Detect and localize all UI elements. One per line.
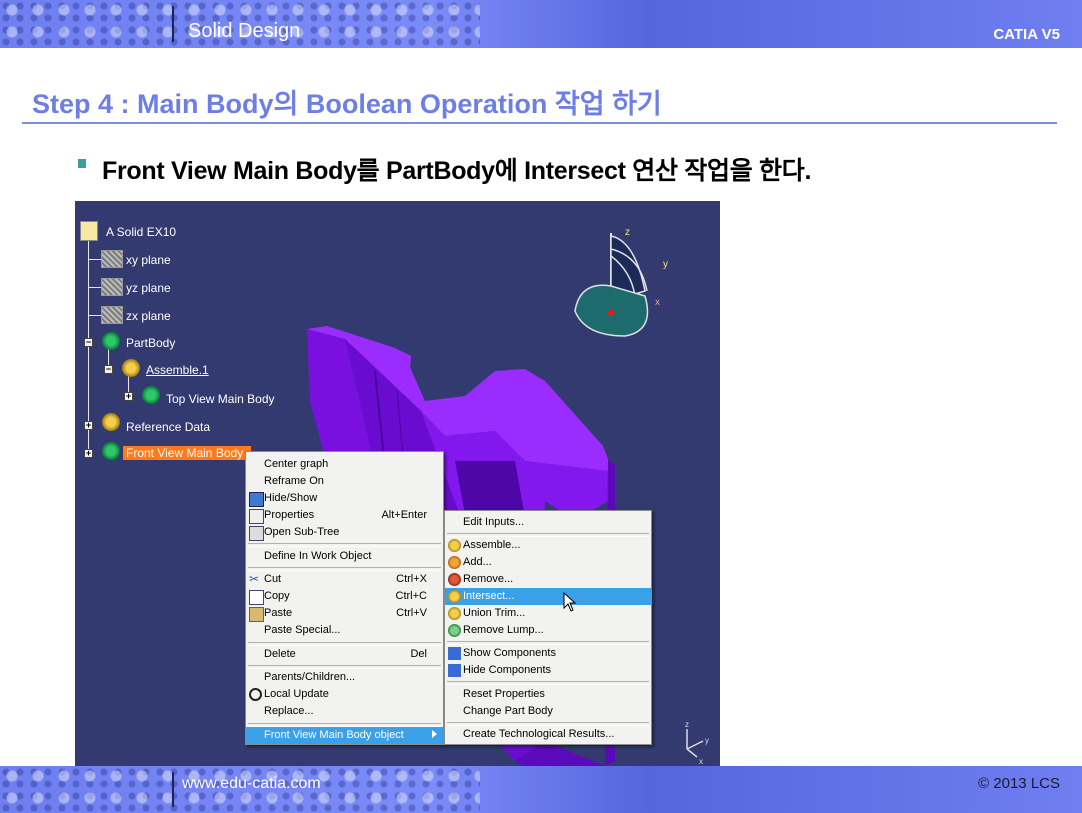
tree-item-yz-plane[interactable]: yz plane	[126, 281, 171, 295]
tree-connector	[88, 287, 102, 288]
header-version: CATIA V5	[993, 26, 1060, 43]
slide-header: Solid Design CATIA V5	[0, 0, 1082, 48]
svg-text:x: x	[699, 757, 703, 766]
svg-text:z: z	[685, 720, 689, 729]
body-gear-icon[interactable]	[102, 332, 120, 350]
menu-item-object-submenu[interactable]: Front View Main Body object	[246, 727, 443, 744]
menu-item-delete[interactable]: Delete Del	[246, 646, 443, 663]
part-icon[interactable]	[80, 221, 98, 241]
submenu-item-hide-components[interactable]: Hide Components	[445, 662, 651, 679]
tree-item-top-view-main-body[interactable]: Top View Main Body	[166, 392, 275, 406]
copy-icon	[249, 590, 264, 605]
menu-item-paste[interactable]: Paste Ctrl+V	[246, 605, 443, 622]
tree-item-reference-data[interactable]: Reference Data	[126, 420, 210, 434]
menu-separator	[447, 681, 649, 685]
context-menu[interactable]: Center graph Reframe On Hide/Show Proper…	[245, 451, 444, 745]
paste-icon	[249, 607, 264, 622]
submenu-item-add[interactable]: Add...	[445, 554, 651, 571]
submenu-item-assemble[interactable]: Assemble...	[445, 537, 651, 554]
collapse-icon[interactable]: −	[84, 338, 93, 347]
submenu-item-create-technological-results[interactable]: Create Technological Results...	[445, 726, 651, 743]
bullet-marker	[78, 159, 86, 168]
svg-text:y: y	[705, 736, 709, 745]
submenu-item-reset-properties[interactable]: Reset Properties	[445, 686, 651, 703]
tree-item-root[interactable]: A Solid EX10	[106, 225, 176, 239]
menu-item-copy[interactable]: Copy Ctrl+C	[246, 588, 443, 605]
expand-icon[interactable]: +	[84, 449, 93, 458]
menu-item-reframe-on[interactable]: Reframe On	[246, 473, 443, 490]
expand-icon[interactable]: +	[124, 392, 133, 401]
scissors-icon: ✂	[249, 572, 260, 586]
mouse-cursor-icon	[563, 592, 577, 612]
submenu-item-union-trim[interactable]: Union Trim...	[445, 605, 651, 622]
menu-item-hide-show[interactable]: Hide/Show	[246, 490, 443, 507]
intersect-icon	[448, 590, 461, 603]
reference-data-icon[interactable]	[102, 413, 120, 431]
menu-item-properties[interactable]: Properties Alt+Enter	[246, 507, 443, 524]
svg-text:x: x	[655, 297, 660, 308]
body-gear-icon[interactable]	[142, 386, 160, 404]
properties-icon	[249, 509, 264, 524]
menu-item-define-in-work-object[interactable]: Define In Work Object	[246, 548, 443, 565]
title-divider	[22, 122, 1057, 124]
remove-icon	[448, 573, 461, 586]
subtree-icon	[249, 526, 264, 541]
hide-components-icon	[448, 664, 461, 677]
union-trim-icon	[448, 607, 461, 620]
svg-text:y: y	[663, 259, 668, 270]
slide-title: Step 4 : Main Body의 Boolean Operation 작업…	[32, 89, 662, 119]
tree-item-zx-plane[interactable]: zx plane	[126, 309, 171, 323]
slide-footer: www.edu-catia.com © 2013 LCS	[0, 766, 1082, 813]
tree-connector	[88, 259, 102, 260]
submenu-item-remove[interactable]: Remove...	[445, 571, 651, 588]
menu-item-parents-children[interactable]: Parents/Children...	[246, 669, 443, 686]
tree-item-xy-plane[interactable]: xy plane	[126, 253, 171, 267]
menu-separator	[248, 543, 441, 547]
axis-icon: z y x	[685, 720, 709, 766]
header-separator	[172, 6, 174, 42]
add-icon	[448, 556, 461, 569]
hide-show-icon	[249, 492, 264, 507]
menu-item-replace[interactable]: Replace...	[246, 703, 443, 720]
compass-icon[interactable]: z y x	[574, 227, 668, 337]
remove-lump-icon	[448, 624, 461, 637]
expand-icon[interactable]: +	[84, 421, 93, 430]
assemble-icon[interactable]	[122, 359, 140, 377]
tree-connector	[88, 315, 102, 316]
plane-icon[interactable]	[101, 306, 123, 324]
tree-item-front-view-main-body[interactable]: Front View Main Body	[123, 446, 251, 460]
submenu-item-show-components[interactable]: Show Components	[445, 645, 651, 662]
body-gear-icon[interactable]	[102, 442, 120, 460]
header-watermark: Solid Design	[188, 20, 301, 42]
collapse-icon[interactable]: −	[104, 365, 113, 374]
object-submenu[interactable]: Edit Inputs... Assemble... Add... Remove…	[444, 510, 652, 745]
menu-item-open-subtree[interactable]: Open Sub-Tree	[246, 524, 443, 541]
submenu-item-intersect[interactable]: Intersect...	[445, 588, 651, 605]
plane-icon[interactable]	[101, 250, 123, 268]
tree-item-partbody[interactable]: PartBody	[126, 336, 175, 350]
plane-icon[interactable]	[101, 278, 123, 296]
svg-text:z: z	[625, 227, 630, 238]
menu-item-paste-special[interactable]: Paste Special...	[246, 622, 443, 639]
assemble-icon	[448, 539, 461, 552]
submenu-item-change-part-body[interactable]: Change Part Body	[445, 703, 651, 720]
submenu-item-remove-lump[interactable]: Remove Lump...	[445, 622, 651, 639]
menu-item-cut[interactable]: ✂ Cut Ctrl+X	[246, 571, 443, 588]
instruction-text: Front View Main Body를 PartBody에 Intersec…	[102, 157, 812, 185]
tree-item-assemble[interactable]: Assemble.1	[146, 363, 209, 377]
menu-item-center-graph[interactable]: Center graph	[246, 456, 443, 473]
show-components-icon	[448, 647, 461, 660]
menu-item-local-update[interactable]: Local Update	[246, 686, 443, 703]
footer-copyright: © 2013 LCS	[978, 775, 1060, 792]
update-icon	[249, 688, 262, 701]
submenu-arrow-icon	[432, 730, 437, 738]
footer-separator	[172, 772, 174, 807]
submenu-item-edit-inputs[interactable]: Edit Inputs...	[445, 514, 651, 531]
footer-url[interactable]: www.edu-catia.com	[182, 775, 321, 793]
